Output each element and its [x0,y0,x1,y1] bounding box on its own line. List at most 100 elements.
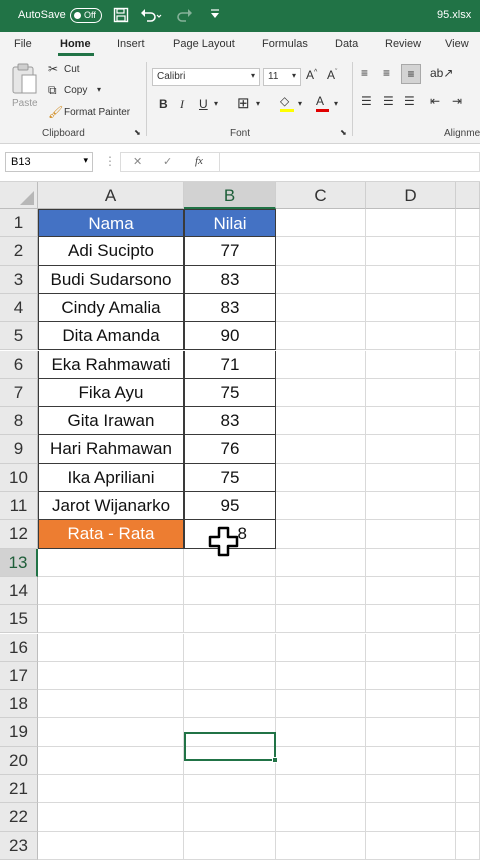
tab-file[interactable]: File [14,38,32,50]
cell[interactable] [456,803,480,832]
cell[interactable] [456,293,480,323]
cell[interactable] [366,661,456,691]
align-center-icon[interactable]: ☰ [383,94,394,108]
align-top-icon[interactable]: ≡ [361,66,368,80]
cell[interactable] [366,350,456,379]
fill-handle[interactable] [272,757,278,763]
row-header-4[interactable]: 4 [0,293,38,323]
cell[interactable] [38,576,184,606]
align-right-icon[interactable]: ☰ [404,94,415,108]
cell[interactable] [276,237,366,266]
tab-home[interactable]: Home [60,38,91,50]
cell[interactable] [456,265,480,294]
cell[interactable] [276,661,366,691]
score-cell[interactable]: 76 [184,435,276,464]
cell[interactable] [366,605,456,634]
cell[interactable] [456,661,480,691]
paste-button[interactable]: Paste [10,62,42,118]
dialog-launcher-icon[interactable]: ⬊ [340,128,347,137]
cancel-icon[interactable]: ✕ [133,155,142,168]
row-header-20[interactable]: 20 [0,746,38,775]
cell[interactable] [276,605,366,634]
cell[interactable] [276,209,366,238]
cell[interactable] [456,322,480,351]
name-cell[interactable]: Fika Ayu [38,378,184,408]
cell[interactable] [456,209,480,238]
cell[interactable] [184,775,276,804]
cell[interactable] [38,746,184,775]
tab-data[interactable]: Data [335,38,358,50]
name-cell[interactable]: Dita Amanda [38,322,184,351]
decrease-indent-icon[interactable]: ⇤ [430,94,440,108]
cell[interactable] [38,633,184,662]
cell[interactable] [366,378,456,408]
active-cell-b13[interactable] [184,732,278,763]
score-cell[interactable]: 75 [184,463,276,492]
cell[interactable] [276,492,366,521]
customize-qat-icon[interactable] [210,7,220,24]
cell[interactable] [366,633,456,662]
cell[interactable] [366,576,456,606]
increase-indent-icon[interactable]: ⇥ [452,94,462,108]
cell[interactable] [366,548,456,577]
decrease-font-icon[interactable]: Aˇ [327,68,337,82]
name-cell[interactable]: Adi Sucipto [38,237,184,266]
font-color-icon[interactable]: A [316,94,329,112]
cell[interactable] [456,492,480,521]
insert-function-icon[interactable]: fx [195,155,203,167]
score-cell[interactable]: 83 [184,265,276,294]
cell[interactable] [276,576,366,606]
copy-button[interactable]: ⧉ Copy ▾ [48,83,118,99]
row-header-18[interactable]: 18 [0,690,38,719]
cell[interactable] [276,803,366,832]
row-header-23[interactable]: 23 [0,831,38,860]
undo-icon[interactable] [140,7,162,27]
fill-color-icon[interactable]: ◇ [280,94,294,112]
cell[interactable] [456,718,480,747]
cell[interactable] [456,633,480,662]
cell[interactable] [456,831,480,860]
header-cell-nama[interactable]: Nama [38,209,184,238]
row-header-17[interactable]: 17 [0,661,38,691]
cell[interactable] [366,435,456,464]
row-header-8[interactable]: 8 [0,407,38,436]
cell[interactable] [366,520,456,549]
cell[interactable] [276,690,366,719]
cell[interactable] [456,378,480,408]
chevron-down-icon[interactable]: ▾ [334,99,338,108]
cell[interactable] [456,548,480,577]
cell[interactable] [366,265,456,294]
row-header-9[interactable]: 9 [0,435,38,464]
cell[interactable] [456,746,480,775]
cell[interactable] [366,718,456,747]
orientation-icon[interactable]: ab↗ [430,66,453,80]
cell[interactable] [276,831,366,860]
format-painter-button[interactable]: 🖌 Format Painter [48,105,138,121]
row-header-3[interactable]: 3 [0,265,38,294]
tab-review[interactable]: Review [385,38,421,50]
name-cell[interactable]: Hari Rahmawan [38,435,184,464]
row-header-6[interactable]: 6 [0,350,38,379]
cell[interactable] [276,463,366,492]
name-cell[interactable]: Jarot Wijanarko [38,492,184,521]
cell[interactable] [366,237,456,266]
row-header-1[interactable]: 1 [0,209,38,238]
tab-page-layout[interactable]: Page Layout [173,38,235,50]
cell[interactable] [276,407,366,436]
enter-icon[interactable]: ✓ [163,155,172,168]
score-cell[interactable]: 75 [184,378,276,408]
cell[interactable] [366,293,456,323]
cell[interactable] [456,775,480,804]
chevron-down-icon[interactable]: ▾ [298,99,302,108]
row-header-21[interactable]: 21 [0,775,38,804]
chevron-down-icon[interactable]: ▾ [214,99,218,108]
row-header-22[interactable]: 22 [0,803,38,832]
cell[interactable] [38,690,184,719]
row-header-7[interactable]: 7 [0,378,38,408]
autosave-toggle[interactable]: Off [70,8,102,23]
column-header-b[interactable]: B [184,182,276,209]
cell[interactable] [456,463,480,492]
cell[interactable] [276,435,366,464]
cell[interactable] [38,661,184,691]
cell[interactable] [366,690,456,719]
